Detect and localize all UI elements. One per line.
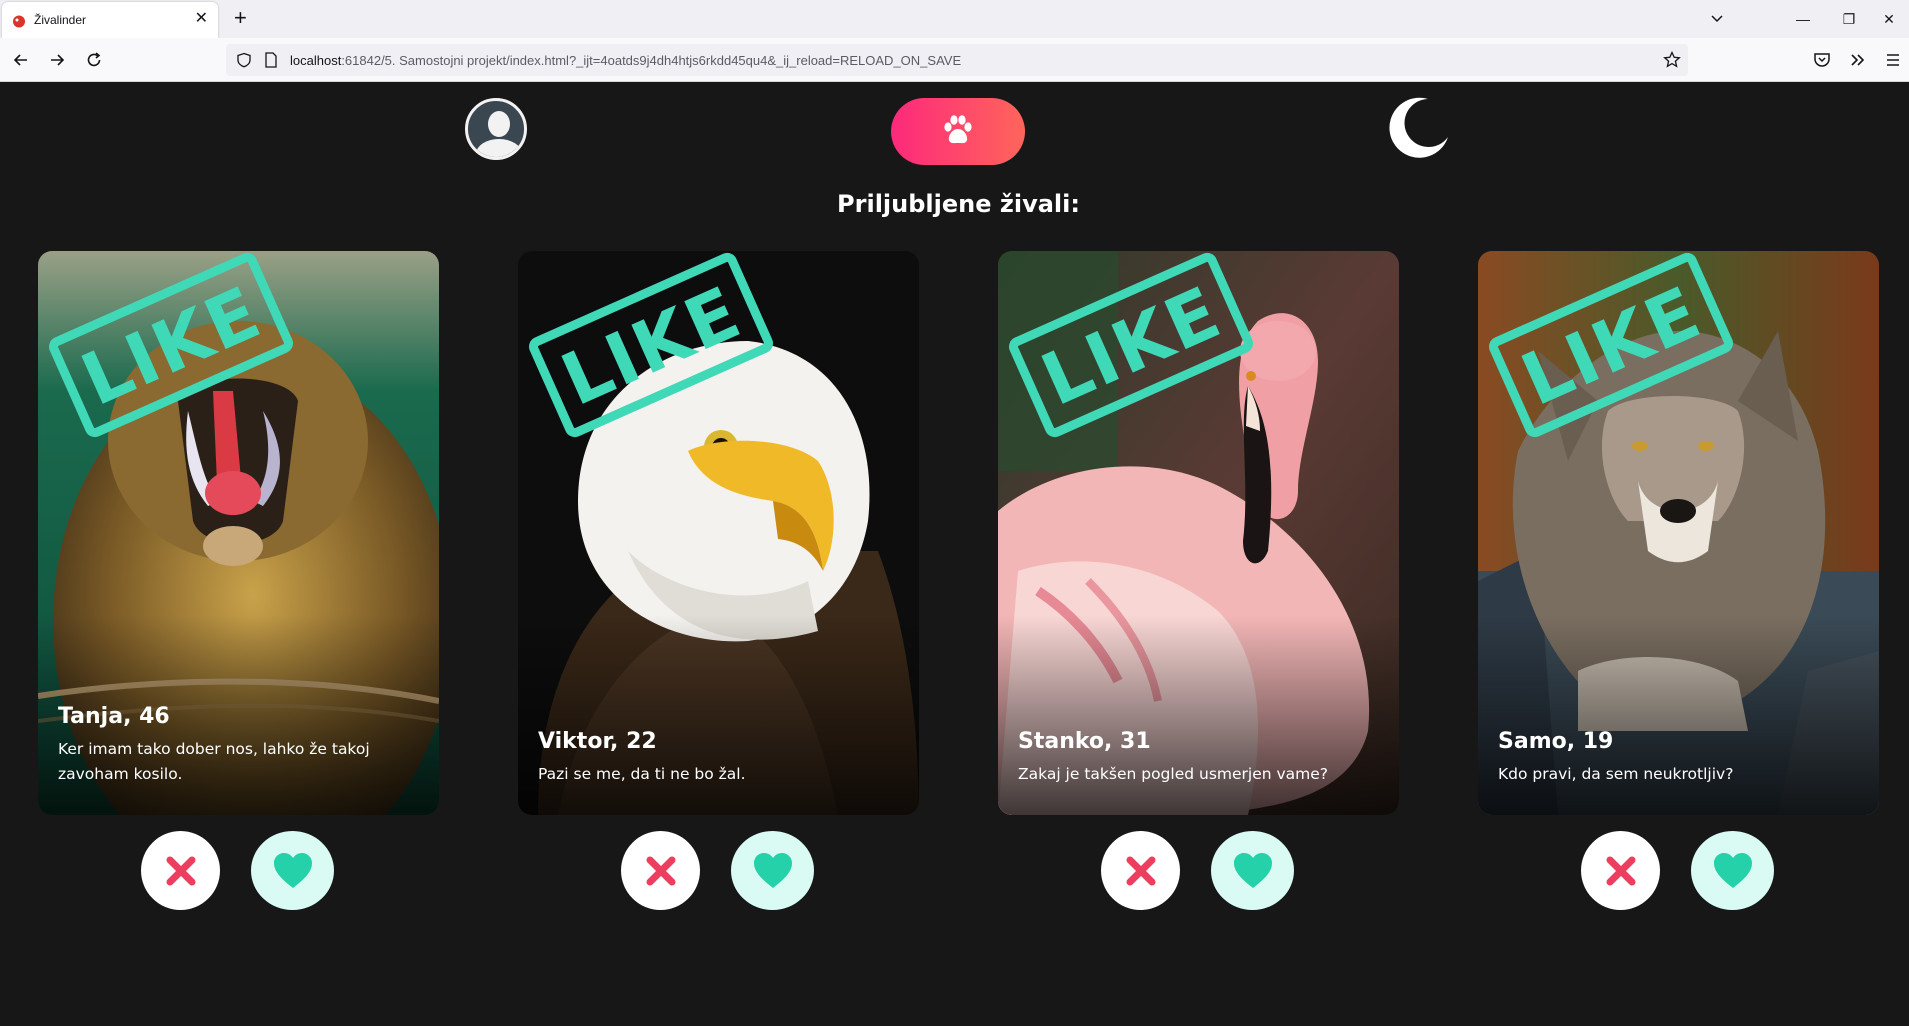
dislike-button[interactable] [1101, 831, 1180, 910]
dislike-button[interactable] [1581, 831, 1660, 910]
back-icon[interactable] [11, 50, 31, 70]
close-icon [646, 856, 675, 885]
extensions-overflow-icon[interactable] [1848, 50, 1868, 70]
animal-description: Zakaj je takšen pogled usmerjen vame? [1018, 765, 1329, 783]
card-info: Viktor, 22 Pazi se me, da ti ne bo žal. [538, 729, 899, 787]
restore-icon[interactable]: ❐ [1838, 8, 1860, 30]
reload-icon[interactable] [84, 50, 104, 70]
app-favicon-icon [13, 15, 25, 28]
like-button[interactable] [1691, 831, 1774, 910]
heart-icon [1713, 852, 1752, 888]
like-button[interactable] [251, 831, 334, 910]
dislike-button[interactable] [141, 831, 220, 910]
app-page: Priljubljene živali: LIKE Tanja, 46 Ker … [0, 82, 1909, 1026]
heart-icon [273, 852, 312, 888]
browser-tab-strip: Živalinder ✕ + — ❐ ✕ [0, 0, 1909, 38]
animal-name: Tanja, 46 [58, 704, 170, 729]
heart-icon [753, 852, 792, 888]
browser-tab[interactable]: Živalinder ✕ [2, 2, 218, 38]
animal-name: Samo, 19 [1498, 729, 1614, 754]
animal-card[interactable]: LIKE Stanko, 31 Zakaj je takšen pogled u… [998, 251, 1399, 815]
animal-description: Kdo pravi, da sem neukrotljiv? [1498, 765, 1734, 783]
animal-name: Stanko, 31 [1018, 729, 1151, 754]
home-paw-button[interactable] [891, 98, 1025, 165]
card-info: Stanko, 31 Zakaj je takšen pogled usmerj… [1018, 729, 1379, 787]
bookmark-star-icon[interactable] [1663, 51, 1681, 69]
tab-close-icon[interactable]: ✕ [195, 10, 208, 28]
animal-description: Pazi se me, da ti ne bo žal. [538, 765, 746, 783]
animal-description: Ker imam tako dober nos, lahko že takoj … [58, 740, 370, 783]
like-button[interactable] [1211, 831, 1294, 910]
card-info: Tanja, 46 Ker imam tako dober nos, lahko… [58, 704, 419, 787]
animal-card[interactable]: LIKE Viktor, 22 Pazi se me, da ti ne bo … [518, 251, 919, 815]
animal-card[interactable]: LIKE Tanja, 46 Ker imam tako dober nos, … [38, 251, 439, 815]
tracking-protection-icon[interactable] [236, 52, 252, 68]
dark-mode-moon-icon[interactable] [1388, 95, 1452, 159]
list-all-tabs-icon[interactable] [1709, 10, 1725, 26]
url-text[interactable]: localhost:61842/5. Samostojni projekt/in… [290, 53, 961, 68]
card-info: Samo, 19 Kdo pravi, da sem neukrotljiv? [1498, 729, 1859, 787]
address-bar[interactable]: localhost:61842/5. Samostojni projekt/in… [226, 44, 1688, 76]
animal-name: Viktor, 22 [538, 729, 657, 754]
animal-card[interactable]: LIKE Samo, 19 Kdo pravi, da sem neukrotl… [1478, 251, 1879, 815]
heart-icon [1233, 852, 1272, 888]
profile-avatar-button[interactable] [465, 98, 527, 160]
close-icon [1606, 856, 1635, 885]
new-tab-icon[interactable]: + [234, 6, 247, 30]
dislike-button[interactable] [621, 831, 700, 910]
app-menu-icon[interactable] [1883, 50, 1903, 70]
forward-icon[interactable] [47, 50, 67, 70]
like-button[interactable] [731, 831, 814, 910]
pocket-icon[interactable] [1812, 50, 1832, 70]
browser-toolbar: localhost:61842/5. Samostojni projekt/in… [0, 38, 1909, 82]
paw-icon [944, 115, 972, 144]
close-window-icon[interactable]: ✕ [1878, 8, 1900, 30]
tab-title: Živalinder [34, 13, 87, 27]
close-icon [1126, 856, 1155, 885]
page-heading: Priljubljene živali: [837, 190, 1080, 218]
close-icon [166, 856, 195, 885]
page-info-icon[interactable] [264, 52, 278, 68]
minimize-icon[interactable]: — [1792, 8, 1814, 30]
